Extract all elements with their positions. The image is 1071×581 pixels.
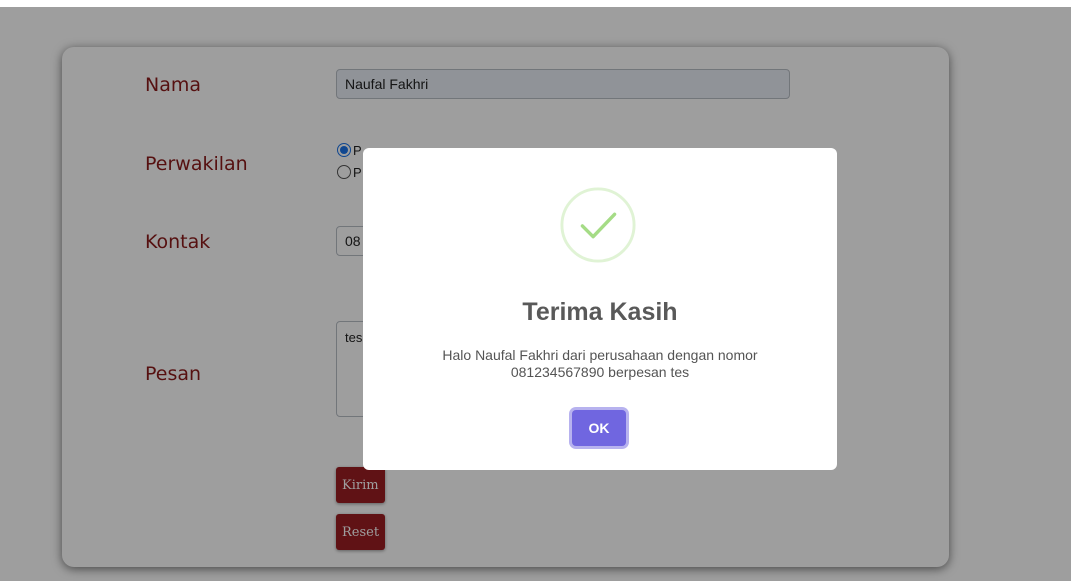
top-strip <box>0 0 1071 7</box>
dialog-message: Halo Naufal Fakhri dari perusahaan denga… <box>400 347 800 381</box>
success-check-icon <box>560 187 636 263</box>
success-dialog: Terima Kasih Halo Naufal Fakhri dari per… <box>363 148 837 470</box>
dialog-message-line1: Halo Naufal Fakhri dari perusahaan denga… <box>442 347 758 363</box>
ok-button[interactable]: OK <box>572 410 626 446</box>
dialog-message-line2: 081234567890 berpesan tes <box>510 364 690 380</box>
dialog-title: Terima Kasih <box>522 298 678 326</box>
